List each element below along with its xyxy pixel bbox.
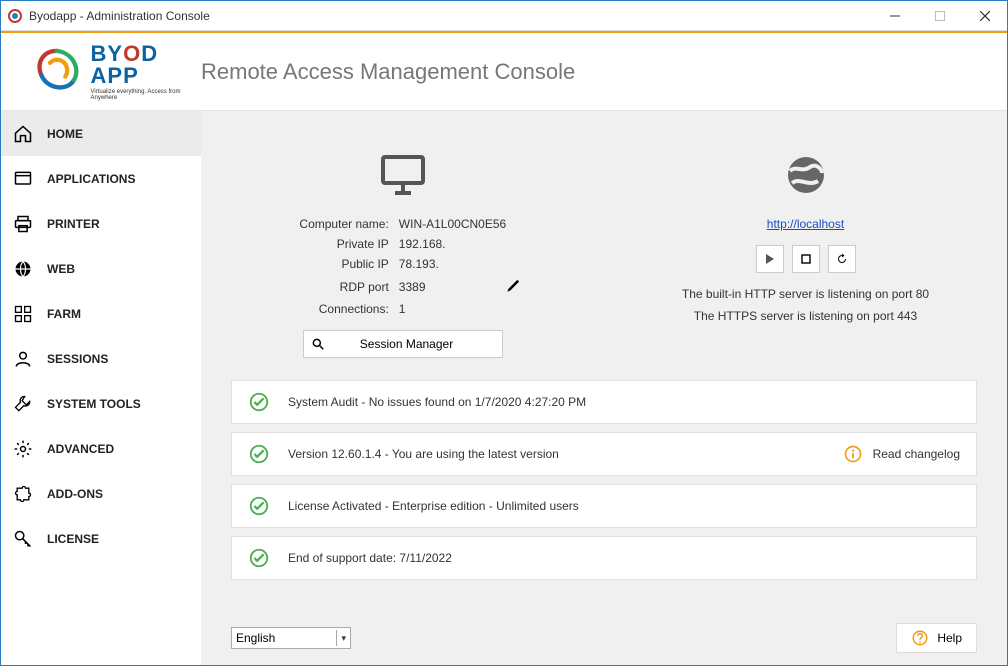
private-ip-label: Private IP — [269, 237, 399, 251]
localhost-link[interactable]: http://localhost — [767, 217, 844, 231]
logo-subtext: Virtualize everything. Access from Anywh… — [91, 89, 201, 101]
sidebar-item-system-tools[interactable]: SYSTEM TOOLS — [1, 381, 201, 426]
sidebar-item-label: LICENSE — [47, 532, 99, 546]
restart-button[interactable] — [828, 245, 856, 273]
read-changelog-button[interactable]: Read changelog — [843, 444, 960, 464]
license-text: License Activated - Enterprise edition -… — [288, 499, 960, 513]
help-icon — [911, 629, 929, 647]
titlebar: Byodapp - Administration Console — [1, 1, 1007, 31]
license-card: License Activated - Enterprise edition -… — [231, 484, 977, 528]
http-status: The built-in HTTP server is listening on… — [682, 287, 929, 301]
language-select[interactable]: English ▾ — [231, 627, 351, 649]
sidebar: HOME APPLICATIONS PRINTER WEB FARM SESSI… — [1, 111, 201, 665]
help-button[interactable]: Help — [896, 623, 977, 653]
audit-card: System Audit - No issues found on 1/7/20… — [231, 380, 977, 424]
rdp-port-value: 3389 — [399, 280, 506, 294]
search-icon — [304, 337, 332, 351]
version-text: Version 12.60.1.4 - You are using the la… — [288, 447, 843, 461]
main-content: Computer name: WIN-A1L00CN0E56 Private I… — [201, 111, 1007, 665]
sessions-icon — [13, 349, 33, 369]
public-ip-label: Public IP — [269, 257, 399, 271]
computer-panel: Computer name: WIN-A1L00CN0E56 Private I… — [231, 131, 574, 358]
check-circle-icon — [248, 391, 270, 413]
changelog-label: Read changelog — [873, 447, 960, 461]
stop-button[interactable] — [792, 245, 820, 273]
sidebar-item-label: SESSIONS — [47, 352, 108, 366]
puzzle-icon — [13, 484, 33, 504]
farm-icon — [13, 304, 33, 324]
audit-text: System Audit - No issues found on 1/7/20… — [288, 395, 960, 409]
session-manager-label: Session Manager — [332, 337, 502, 351]
printer-icon — [13, 214, 33, 234]
applications-icon — [13, 169, 33, 189]
logo-text-bot: APP — [91, 65, 201, 87]
rdp-port-label: RDP port — [269, 280, 399, 294]
session-manager-button[interactable]: Session Manager — [303, 330, 503, 358]
sidebar-item-sessions[interactable]: SESSIONS — [1, 336, 201, 381]
sidebar-item-applications[interactable]: APPLICATIONS — [1, 156, 201, 201]
header: BYOD APP Virtualize everything. Access f… — [1, 33, 1007, 111]
minimize-button[interactable] — [872, 1, 917, 30]
info-icon — [843, 444, 863, 464]
logo-icon — [31, 44, 83, 99]
page-title: Remote Access Management Console — [201, 59, 575, 85]
check-circle-icon — [248, 443, 270, 465]
version-card: Version 12.60.1.4 - You are using the la… — [231, 432, 977, 476]
sidebar-item-addons[interactable]: ADD-ONS — [1, 471, 201, 516]
sidebar-item-label: HOME — [47, 127, 83, 141]
pencil-icon — [506, 277, 522, 293]
sidebar-item-label: ADVANCED — [47, 442, 114, 456]
tools-icon — [13, 394, 33, 414]
sidebar-item-printer[interactable]: PRINTER — [1, 201, 201, 246]
https-status: The HTTPS server is listening on port 44… — [694, 309, 917, 323]
sidebar-item-web[interactable]: WEB — [1, 246, 201, 291]
sidebar-item-advanced[interactable]: ADVANCED — [1, 426, 201, 471]
play-icon — [765, 254, 775, 264]
logo: BYOD APP Virtualize everything. Access f… — [31, 43, 201, 101]
key-icon — [13, 529, 33, 549]
edit-rdp-port-button[interactable] — [506, 277, 536, 296]
gear-icon — [13, 439, 33, 459]
computer-name-label: Computer name: — [269, 217, 399, 231]
language-value: English — [236, 631, 275, 645]
private-ip-value: 192.168. — [399, 237, 506, 251]
sidebar-item-label: WEB — [47, 262, 75, 276]
chevron-down-icon: ▾ — [336, 630, 346, 646]
connections-value: 1 — [399, 302, 506, 316]
sidebar-item-label: SYSTEM TOOLS — [47, 397, 141, 411]
web-icon — [13, 259, 33, 279]
sidebar-item-farm[interactable]: FARM — [1, 291, 201, 336]
sidebar-item-license[interactable]: LICENSE — [1, 516, 201, 561]
play-button[interactable] — [756, 245, 784, 273]
globe-icon — [782, 151, 830, 199]
monitor-icon — [379, 151, 427, 199]
sidebar-item-label: ADD-ONS — [47, 487, 103, 501]
home-icon — [13, 124, 33, 144]
check-circle-icon — [248, 547, 270, 569]
sidebar-item-label: APPLICATIONS — [47, 172, 135, 186]
support-text: End of support date: 7/11/2022 — [288, 551, 960, 565]
public-ip-value: 78.193. — [399, 257, 506, 271]
sidebar-item-label: FARM — [47, 307, 81, 321]
web-panel: http://localhost The built-in HTTP serve… — [634, 131, 977, 358]
restart-icon — [836, 253, 848, 265]
computer-name-value: WIN-A1L00CN0E56 — [399, 217, 506, 231]
support-card: End of support date: 7/11/2022 — [231, 536, 977, 580]
help-label: Help — [937, 631, 962, 645]
connections-label: Connections: — [269, 302, 399, 316]
logo-text-top: BYOD — [91, 43, 201, 65]
maximize-button[interactable] — [917, 1, 962, 30]
stop-icon — [801, 254, 811, 264]
close-button[interactable] — [962, 1, 1007, 30]
window-title: Byodapp - Administration Console — [29, 9, 872, 23]
app-icon — [7, 8, 23, 24]
sidebar-item-label: PRINTER — [47, 217, 100, 231]
sidebar-item-home[interactable]: HOME — [1, 111, 201, 156]
check-circle-icon — [248, 495, 270, 517]
